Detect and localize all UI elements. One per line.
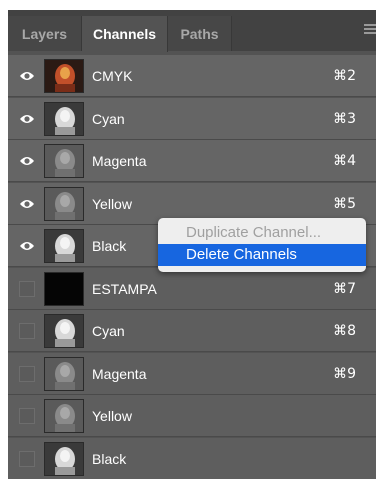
context-menu: Duplicate Channel... Delete Channels (158, 218, 366, 272)
channel-row[interactable]: ESTAMPA ⌘7 (8, 267, 376, 310)
channel-name: CMYK (92, 68, 133, 84)
visibility-toggle[interactable] (19, 408, 35, 424)
tab-paths[interactable]: Paths (168, 16, 232, 51)
panel-menu-icon[interactable] (362, 22, 376, 36)
eye-icon[interactable] (19, 198, 35, 210)
channel-thumbnail (44, 271, 84, 306)
channel-name: Black (92, 450, 127, 467)
channel-thumbnail (44, 441, 84, 476)
channel-thumbnail (44, 59, 84, 93)
channel-name: Magenta (92, 365, 147, 382)
visibility-toggle[interactable] (19, 280, 35, 297)
tab-layers[interactable]: Layers (8, 16, 82, 51)
eye-icon[interactable] (19, 70, 35, 82)
channel-row[interactable]: Black (8, 437, 376, 479)
visibility-toggle[interactable] (19, 365, 35, 382)
channel-thumbnail (44, 314, 84, 348)
channel-thumbnail (44, 229, 84, 263)
tab-channels[interactable]: Channels (82, 16, 168, 52)
channel-shortcut: ⌘3 (333, 110, 356, 127)
channel-row[interactable]: Yellow (8, 395, 376, 437)
channel-thumbnail (44, 101, 84, 136)
tab-label: Channels (92, 26, 156, 42)
channel-shortcut: ⌘8 (333, 323, 356, 339)
channel-thumbnail (44, 356, 84, 391)
visibility-toggle[interactable] (19, 450, 35, 467)
channels-panel: Layers Channels Paths CMYK ⌘2 Cyan ⌘3 Magent… (8, 10, 376, 479)
channel-row[interactable]: CMYK ⌘2 (8, 55, 376, 97)
visibility-toggle[interactable] (19, 323, 35, 339)
channel-name: Cyan (92, 110, 125, 127)
channel-name: Black (92, 238, 127, 254)
eye-icon[interactable] (19, 240, 35, 252)
eye-icon[interactable] (19, 155, 35, 167)
channel-name: Yellow (92, 408, 132, 424)
tab-label: Paths (180, 25, 219, 42)
channel-shortcut: ⌘9 (333, 365, 356, 382)
channel-thumbnail (44, 186, 84, 221)
channel-row[interactable]: Cyan ⌘8 (8, 310, 376, 352)
channel-shortcut: ⌘4 (333, 153, 356, 169)
duplicate-channel-item[interactable]: Duplicate Channel... (158, 222, 366, 244)
channel-row[interactable]: Magenta ⌘4 (8, 140, 376, 182)
channel-shortcut: ⌘7 (333, 280, 356, 297)
channel-row[interactable]: Magenta ⌘9 (8, 352, 376, 395)
tab-bar: Layers Channels Paths (8, 10, 376, 52)
channel-shortcut: ⌘2 (333, 68, 356, 84)
channel-name: ESTAMPA (92, 280, 157, 297)
delete-channels-item[interactable]: Delete Channels (158, 244, 366, 266)
channel-name: Magenta (92, 153, 147, 169)
channel-thumbnail (44, 399, 84, 433)
channel-name: Cyan (92, 323, 125, 339)
channel-name: Yellow (92, 195, 132, 212)
eye-icon[interactable] (19, 113, 35, 125)
tab-label: Layers (21, 25, 68, 42)
channel-row[interactable]: Cyan ⌘3 (8, 97, 376, 140)
channel-thumbnail (44, 144, 84, 178)
